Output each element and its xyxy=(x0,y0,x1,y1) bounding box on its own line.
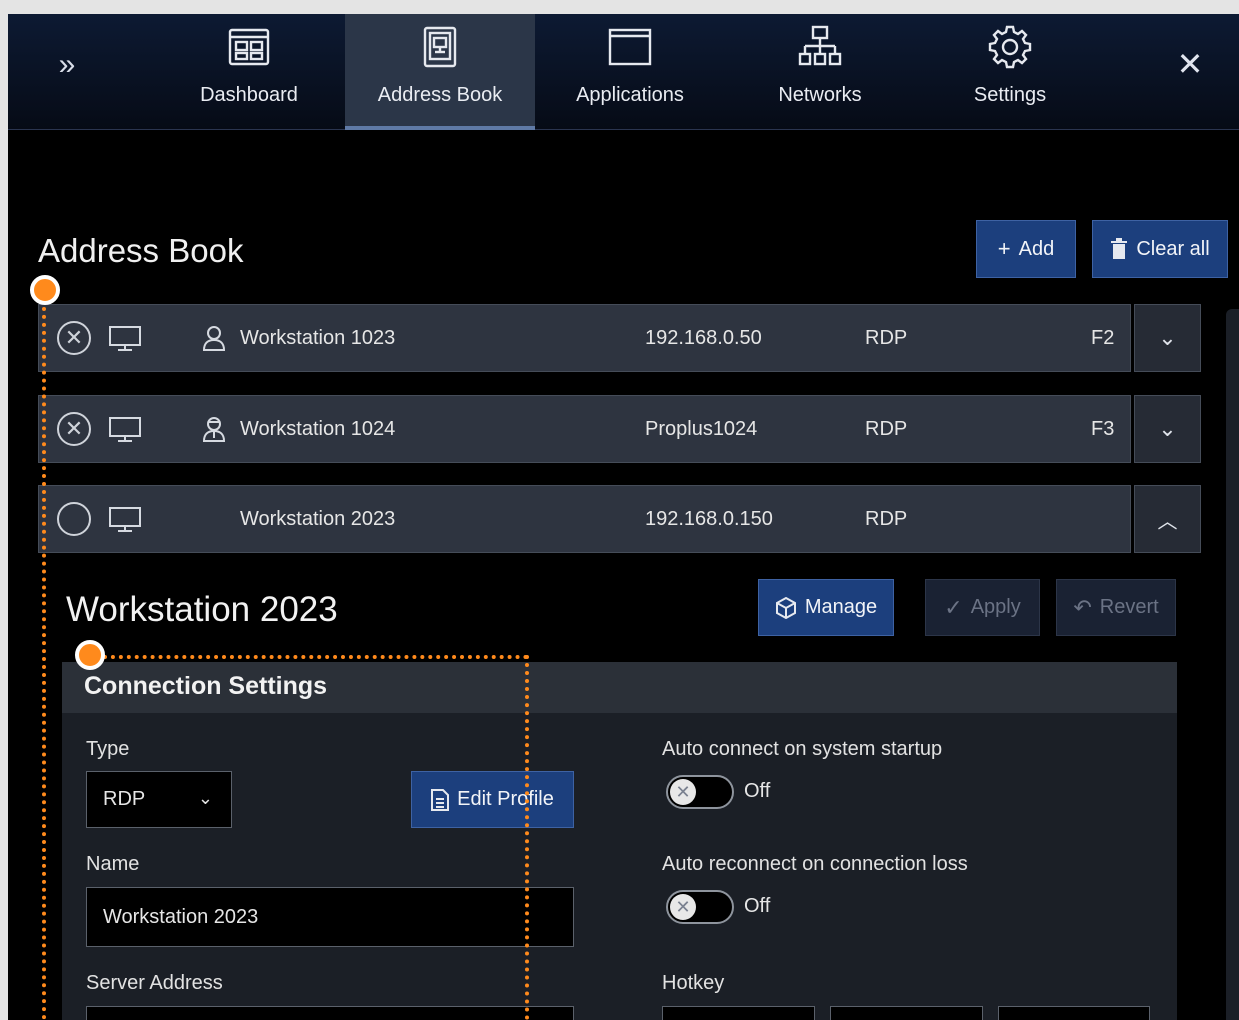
tab-label: Applications xyxy=(576,84,684,106)
add-button-label: Add xyxy=(1018,237,1055,260)
toggle-off-icon: ✕ xyxy=(670,779,696,805)
tab-settings[interactable]: Settings xyxy=(915,14,1105,130)
type-select-value: RDP xyxy=(103,788,146,810)
document-icon xyxy=(431,788,450,811)
admin-user-icon xyxy=(202,417,226,442)
address-entry-row[interactable]: ✕ Workstation 1024 Proplus1024 RDP F3 xyxy=(38,395,1131,463)
entry-protocol: RDP xyxy=(865,418,908,440)
expand-entry-button[interactable]: ⌄ xyxy=(1134,304,1201,372)
scrollbar[interactable] xyxy=(1226,309,1239,1020)
expand-menu-icon[interactable]: » xyxy=(52,50,82,80)
trash-icon xyxy=(1111,238,1128,259)
tab-applications[interactable]: Applications xyxy=(535,14,725,130)
tab-label: Settings xyxy=(973,84,1047,106)
entry-name: Workstation 1024 xyxy=(240,418,396,440)
auto-connect-toggle[interactable]: ✕ xyxy=(666,775,734,809)
apply-button-label: Apply xyxy=(970,596,1021,618)
server-address-input[interactable] xyxy=(86,1006,574,1020)
section-header: Connection Settings xyxy=(62,662,1177,713)
entry-protocol: RDP xyxy=(865,508,908,530)
auto-reconnect-state: Off xyxy=(744,895,771,917)
edit-profile-label: Edit Profile xyxy=(457,788,554,810)
tab-label: Networks xyxy=(778,84,862,106)
auto-reconnect-toggle[interactable]: ✕ xyxy=(666,890,734,924)
address-entry-row[interactable]: Workstation 2023 192.168.0.150 RDP xyxy=(38,485,1131,553)
remove-entry-icon[interactable]: ✕ xyxy=(57,412,91,446)
tab-label: Address Book xyxy=(377,84,503,106)
auto-connect-state: Off xyxy=(744,780,771,802)
plus-icon: + xyxy=(997,236,1011,261)
monitor-icon xyxy=(109,507,141,532)
connection-settings-panel: Connection Settings Type RDP ⌄ Edit Prof… xyxy=(62,662,1177,1020)
section-title: Connection Settings xyxy=(84,672,328,700)
chevron-down-icon: ⌄ xyxy=(1158,325,1177,350)
entry-hotkey: F3 xyxy=(1091,418,1115,440)
collapse-entry-button[interactable]: ︿ xyxy=(1134,485,1201,553)
entry-hotkey: F2 xyxy=(1091,327,1115,349)
chevron-up-icon: ︿ xyxy=(1157,510,1178,533)
manage-button[interactable]: Manage xyxy=(758,579,894,636)
add-button[interactable]: + Add xyxy=(976,220,1076,278)
type-label: Type xyxy=(86,738,130,760)
hotkey-label: Hotkey xyxy=(662,972,725,994)
checkmark-icon: ✓ xyxy=(944,594,963,620)
window-icon xyxy=(608,28,652,66)
address-entry-row[interactable]: ✕ Workstation 1023 192.168.0.50 RDP F2 xyxy=(38,304,1131,372)
name-input[interactable]: Workstation 2023 xyxy=(86,887,574,947)
entry-address: 192.168.0.50 xyxy=(645,327,762,349)
callout-line-top xyxy=(103,655,528,659)
hotkey-modifier-2-select[interactable] xyxy=(830,1006,983,1020)
entry-address: 192.168.0.150 xyxy=(645,508,773,530)
toggle-off-icon: ✕ xyxy=(670,894,696,920)
close-icon[interactable]: ✕ xyxy=(1174,48,1206,80)
address-book-icon xyxy=(423,26,457,68)
expand-entry-button[interactable]: ⌄ xyxy=(1134,395,1201,463)
auto-connect-label: Auto connect on system startup xyxy=(662,738,943,760)
page-title: Address Book xyxy=(38,232,244,269)
entry-name: Workstation 2023 xyxy=(240,508,396,530)
entry-protocol: RDP xyxy=(865,327,908,349)
hotkey-modifier-1-select[interactable] xyxy=(662,1006,815,1020)
chevron-down-icon: ⌄ xyxy=(197,788,213,808)
revert-button[interactable]: ↶ Revert xyxy=(1056,579,1176,636)
app-window: » Dashboard Address Book Applications Ne… xyxy=(8,14,1239,1020)
callout-marker xyxy=(30,275,60,305)
monitor-icon xyxy=(109,326,141,351)
network-icon xyxy=(798,25,842,66)
server-address-label: Server Address xyxy=(86,972,223,994)
chevron-down-icon: ⌄ xyxy=(1158,416,1177,441)
tab-dashboard[interactable]: Dashboard xyxy=(154,14,344,130)
manage-button-label: Manage xyxy=(804,596,878,618)
auto-reconnect-label: Auto reconnect on connection loss xyxy=(662,853,968,875)
select-entry-icon[interactable] xyxy=(57,502,91,536)
entry-name: Workstation 1023 xyxy=(240,327,396,349)
name-label: Name xyxy=(86,853,140,875)
callout-line-right xyxy=(525,655,529,1020)
tab-networks[interactable]: Networks xyxy=(725,14,915,130)
revert-button-label: Revert xyxy=(1099,596,1159,618)
name-input-value: Workstation 2023 xyxy=(103,905,259,928)
top-navigation: » Dashboard Address Book Applications Ne… xyxy=(8,14,1239,130)
edit-profile-button[interactable]: Edit Profile xyxy=(411,771,574,828)
dashboard-icon xyxy=(228,28,270,66)
hotkey-key-select[interactable] xyxy=(998,1006,1150,1020)
clear-all-button[interactable]: Clear all xyxy=(1092,220,1228,278)
tab-address-book[interactable]: Address Book xyxy=(345,14,535,130)
cube-icon xyxy=(775,596,796,619)
detail-title: Workstation 2023 xyxy=(66,590,338,629)
callout-line-left xyxy=(42,299,46,1020)
undo-icon: ↶ xyxy=(1073,594,1092,620)
user-icon xyxy=(202,326,226,351)
gear-icon xyxy=(988,25,1032,69)
tab-label: Dashboard xyxy=(200,84,298,106)
type-select[interactable]: RDP ⌄ xyxy=(86,771,232,828)
apply-button[interactable]: ✓ Apply xyxy=(925,579,1040,636)
remove-entry-icon[interactable]: ✕ xyxy=(57,321,91,355)
entry-address: Proplus1024 xyxy=(645,418,758,440)
clear-all-button-label: Clear all xyxy=(1136,237,1210,260)
callout-marker xyxy=(75,640,105,670)
monitor-icon xyxy=(109,417,141,442)
